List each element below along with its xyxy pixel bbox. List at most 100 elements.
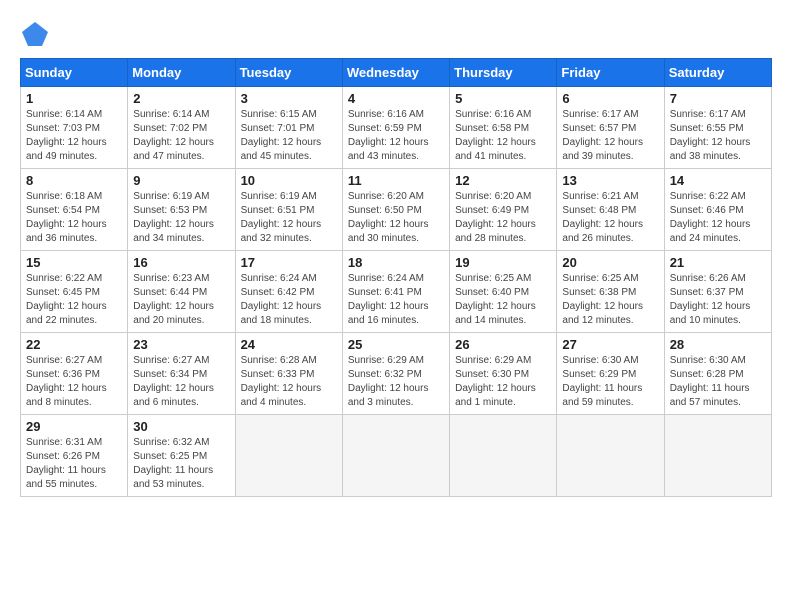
calendar-cell: 27Sunrise: 6:30 AM Sunset: 6:29 PM Dayli…: [557, 333, 664, 415]
day-info: Sunrise: 6:20 AM Sunset: 6:50 PM Dayligh…: [348, 190, 444, 246]
day-info: Sunrise: 6:17 AM Sunset: 6:55 PM Dayligh…: [670, 108, 766, 164]
calendar-cell: 22 Sunrise: 6:27 AM Sunset: 6:36 PM Dayli…: [21, 333, 128, 415]
day-info: Sunrise: 6:29 AM Sunset: 6:30 PM Dayligh…: [455, 354, 551, 410]
day-info: Sunrise: 6:27 AM Sunset: 6:36 PM Dayligh…: [26, 354, 122, 410]
calendar-cell: 29 Sunrise: 6:31 AM Sunset: 6:26 PM Dayli…: [21, 415, 128, 497]
calendar-cell: 7 Sunrise: 6:17 AM Sunset: 6:55 PM Daylig…: [664, 87, 771, 169]
day-info: Sunrise: 6:15 AM Sunset: 7:01 PM Dayligh…: [241, 108, 337, 164]
calendar-cell: 1 Sunrise: 6:14 AM Sunset: 7:03 PM Daylig…: [21, 87, 128, 169]
calendar-cell: 14 Sunrise: 6:22 AM Sunset: 6:46 PM Dayli…: [664, 169, 771, 251]
calendar-cell: 25 Sunrise: 6:29 AM Sunset: 6:32 PM Dayli…: [342, 333, 449, 415]
logo: [20, 20, 54, 48]
day-number: 11: [348, 173, 444, 188]
calendar-cell: 21 Sunrise: 6:26 AM Sunset: 6:37 PM Dayli…: [664, 251, 771, 333]
day-number: 17: [241, 255, 337, 270]
day-info: Sunrise: 6:25 AM Sunset: 6:40 PM Dayligh…: [455, 272, 551, 328]
calendar-cell: 6Sunrise: 6:17 AM Sunset: 6:57 PM Daylig…: [557, 87, 664, 169]
day-info: Sunrise: 6:26 AM Sunset: 6:37 PM Dayligh…: [670, 272, 766, 328]
day-number: 9: [133, 173, 229, 188]
day-number: 4: [348, 91, 444, 106]
week-row-4: 22 Sunrise: 6:27 AM Sunset: 6:36 PM Dayli…: [21, 333, 772, 415]
day-number: 25: [348, 337, 444, 352]
day-info: Sunrise: 6:30 AM Sunset: 6:28 PM Dayligh…: [670, 354, 766, 410]
day-number: 1: [26, 91, 122, 106]
day-info: Sunrise: 6:22 AM Sunset: 6:46 PM Dayligh…: [670, 190, 766, 246]
calendar-cell: 15 Sunrise: 6:22 AM Sunset: 6:45 PM Dayli…: [21, 251, 128, 333]
day-number: 6: [562, 91, 658, 106]
calendar-cell: 30 Sunrise: 6:32 AM Sunset: 6:25 PM Dayli…: [128, 415, 235, 497]
day-number: 7: [670, 91, 766, 106]
calendar-cell: 16 Sunrise: 6:23 AM Sunset: 6:44 PM Dayli…: [128, 251, 235, 333]
day-number: 13: [562, 173, 658, 188]
day-number: 21: [670, 255, 766, 270]
calendar-cell: [342, 415, 449, 497]
day-info: Sunrise: 6:29 AM Sunset: 6:32 PM Dayligh…: [348, 354, 444, 410]
calendar-cell: 19Sunrise: 6:25 AM Sunset: 6:40 PM Dayli…: [450, 251, 557, 333]
calendar-cell: 2Sunrise: 6:14 AM Sunset: 7:02 PM Daylig…: [128, 87, 235, 169]
day-info: Sunrise: 6:19 AM Sunset: 6:51 PM Dayligh…: [241, 190, 337, 246]
day-info: Sunrise: 6:24 AM Sunset: 6:41 PM Dayligh…: [348, 272, 444, 328]
col-header-wednesday: Wednesday: [342, 59, 449, 87]
calendar-cell: 3 Sunrise: 6:15 AM Sunset: 7:01 PM Daylig…: [235, 87, 342, 169]
week-row-3: 15 Sunrise: 6:22 AM Sunset: 6:45 PM Dayli…: [21, 251, 772, 333]
day-number: 16: [133, 255, 229, 270]
calendar-cell: 13 Sunrise: 6:21 AM Sunset: 6:48 PM Dayli…: [557, 169, 664, 251]
col-header-thursday: Thursday: [450, 59, 557, 87]
calendar-cell: 5 Sunrise: 6:16 AM Sunset: 6:58 PM Daylig…: [450, 87, 557, 169]
calendar-cell: 12 Sunrise: 6:20 AM Sunset: 6:49 PM Dayli…: [450, 169, 557, 251]
day-info: Sunrise: 6:21 AM Sunset: 6:48 PM Dayligh…: [562, 190, 658, 246]
day-number: 8: [26, 173, 122, 188]
col-header-monday: Monday: [128, 59, 235, 87]
calendar-cell: 20Sunrise: 6:25 AM Sunset: 6:38 PM Dayli…: [557, 251, 664, 333]
day-number: 12: [455, 173, 551, 188]
calendar-cell: [664, 415, 771, 497]
col-header-tuesday: Tuesday: [235, 59, 342, 87]
logo-bird-icon: [20, 20, 50, 48]
day-number: 5: [455, 91, 551, 106]
day-number: 23: [133, 337, 229, 352]
day-number: 20: [562, 255, 658, 270]
calendar-cell: 18 Sunrise: 6:24 AM Sunset: 6:41 PM Dayli…: [342, 251, 449, 333]
calendar-cell: 8Sunrise: 6:18 AM Sunset: 6:54 PM Daylig…: [21, 169, 128, 251]
calendar-header-row: SundayMondayTuesdayWednesdayThursdayFrid…: [21, 59, 772, 87]
day-number: 14: [670, 173, 766, 188]
day-number: 10: [241, 173, 337, 188]
col-header-saturday: Saturday: [664, 59, 771, 87]
week-row-5: 29 Sunrise: 6:31 AM Sunset: 6:26 PM Dayli…: [21, 415, 772, 497]
day-info: Sunrise: 6:20 AM Sunset: 6:49 PM Dayligh…: [455, 190, 551, 246]
calendar-cell: 28 Sunrise: 6:30 AM Sunset: 6:28 PM Dayli…: [664, 333, 771, 415]
day-number: 26: [455, 337, 551, 352]
day-number: 3: [241, 91, 337, 106]
calendar-cell: 24 Sunrise: 6:28 AM Sunset: 6:33 PM Dayli…: [235, 333, 342, 415]
day-number: 22: [26, 337, 122, 352]
day-info: Sunrise: 6:14 AM Sunset: 7:03 PM Dayligh…: [26, 108, 122, 164]
day-info: Sunrise: 6:31 AM Sunset: 6:26 PM Dayligh…: [26, 436, 122, 492]
day-number: 18: [348, 255, 444, 270]
day-number: 29: [26, 419, 122, 434]
day-info: Sunrise: 6:28 AM Sunset: 6:33 PM Dayligh…: [241, 354, 337, 410]
calendar-cell: 26 Sunrise: 6:29 AM Sunset: 6:30 PM Dayli…: [450, 333, 557, 415]
calendar-table: SundayMondayTuesdayWednesdayThursdayFrid…: [20, 58, 772, 497]
calendar-cell: 9 Sunrise: 6:19 AM Sunset: 6:53 PM Daylig…: [128, 169, 235, 251]
week-row-2: 8Sunrise: 6:18 AM Sunset: 6:54 PM Daylig…: [21, 169, 772, 251]
calendar-cell: 17 Sunrise: 6:24 AM Sunset: 6:42 PM Dayli…: [235, 251, 342, 333]
day-number: 15: [26, 255, 122, 270]
day-info: Sunrise: 6:19 AM Sunset: 6:53 PM Dayligh…: [133, 190, 229, 246]
calendar-cell: [235, 415, 342, 497]
calendar-cell: 11 Sunrise: 6:20 AM Sunset: 6:50 PM Dayli…: [342, 169, 449, 251]
day-info: Sunrise: 6:24 AM Sunset: 6:42 PM Dayligh…: [241, 272, 337, 328]
col-header-friday: Friday: [557, 59, 664, 87]
week-row-1: 1 Sunrise: 6:14 AM Sunset: 7:03 PM Daylig…: [21, 87, 772, 169]
calendar-cell: [557, 415, 664, 497]
day-number: 27: [562, 337, 658, 352]
day-info: Sunrise: 6:23 AM Sunset: 6:44 PM Dayligh…: [133, 272, 229, 328]
day-number: 24: [241, 337, 337, 352]
day-info: Sunrise: 6:16 AM Sunset: 6:59 PM Dayligh…: [348, 108, 444, 164]
day-number: 28: [670, 337, 766, 352]
day-number: 30: [133, 419, 229, 434]
day-info: Sunrise: 6:22 AM Sunset: 6:45 PM Dayligh…: [26, 272, 122, 328]
day-info: Sunrise: 6:16 AM Sunset: 6:58 PM Dayligh…: [455, 108, 551, 164]
header: [20, 20, 772, 48]
calendar-cell: [450, 415, 557, 497]
day-info: Sunrise: 6:32 AM Sunset: 6:25 PM Dayligh…: [133, 436, 229, 492]
